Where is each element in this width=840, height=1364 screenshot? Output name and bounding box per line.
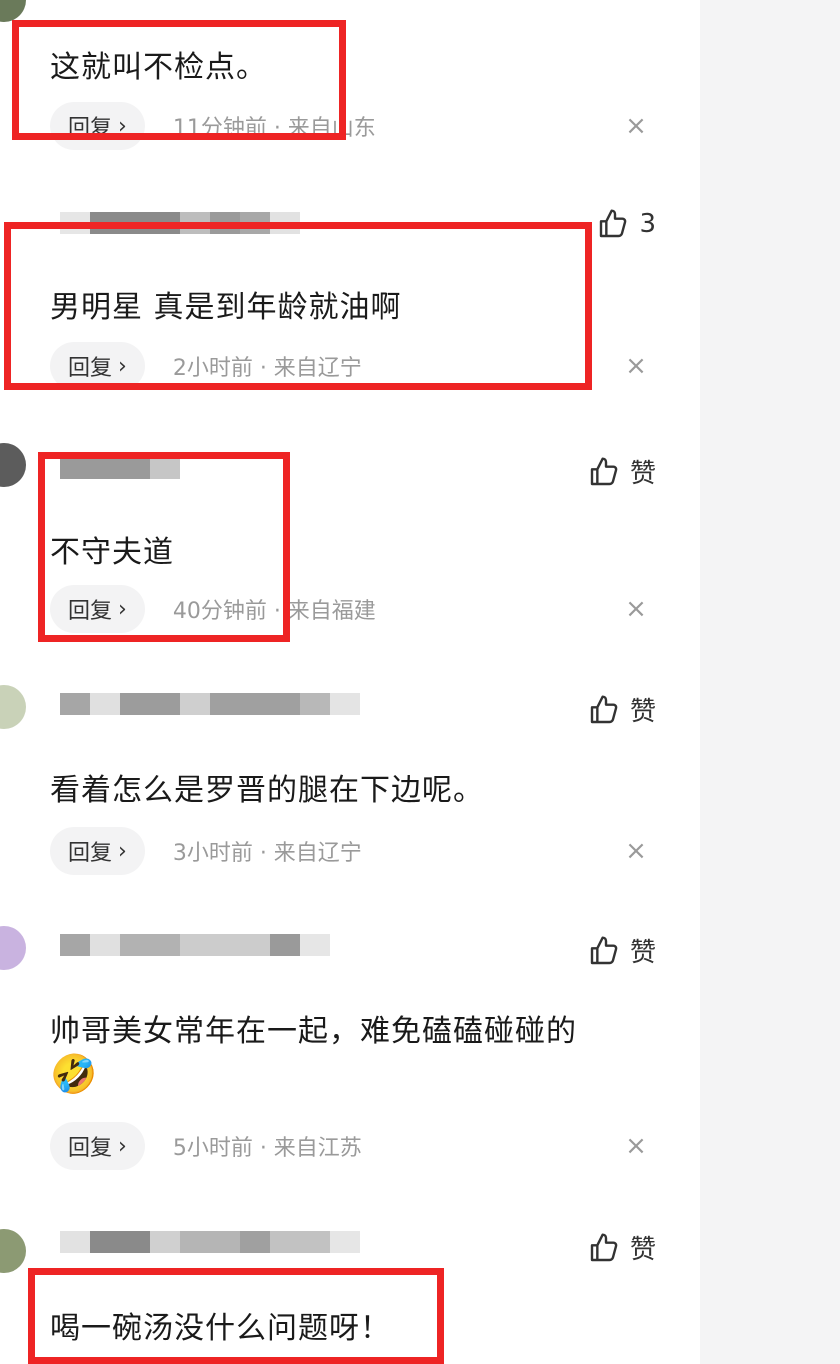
thumbs-up-icon xyxy=(590,456,618,485)
comment-time-location: 5小时前 · 来自江苏 xyxy=(172,1136,362,1161)
close-icon[interactable]: × xyxy=(622,1132,650,1160)
like-label: 赞 xyxy=(629,697,656,727)
thumbs-up-icon xyxy=(590,935,618,964)
close-icon[interactable]: × xyxy=(622,837,650,865)
laughing-crying-emoji: 🤣 xyxy=(50,1052,99,1096)
side-panel xyxy=(700,0,840,1364)
chevron-right-icon: › xyxy=(118,1133,127,1159)
like-count: 3 xyxy=(639,209,656,239)
highlight-box xyxy=(28,1268,444,1364)
comment-meta: 回复 › 5小时前 · 来自江苏 xyxy=(50,1120,362,1172)
avatar[interactable] xyxy=(0,443,26,487)
chevron-right-icon: › xyxy=(118,838,127,864)
close-icon[interactable]: × xyxy=(622,595,650,623)
thumbs-up-icon xyxy=(600,209,627,238)
reply-label: 回复 xyxy=(68,841,113,866)
like-button[interactable]: 赞 xyxy=(588,932,656,969)
like-button[interactable]: 3 xyxy=(597,208,656,240)
avatar[interactable] xyxy=(0,685,26,729)
highlight-box xyxy=(12,20,346,140)
comment-text: 帅哥美女常年在一起，难免磕磕碰碰的 xyxy=(50,1014,577,1049)
highlight-box xyxy=(4,222,592,390)
reply-button[interactable]: 回复 › xyxy=(50,1122,145,1170)
avatar[interactable] xyxy=(0,0,26,22)
comment-text: 看着怎么是罗晋的腿在下边呢。 xyxy=(50,773,484,808)
close-icon[interactable]: × xyxy=(622,112,650,140)
like-button[interactable]: 赞 xyxy=(588,691,656,728)
close-icon[interactable]: × xyxy=(622,352,650,380)
highlight-box xyxy=(38,452,290,642)
like-button[interactable]: 赞 xyxy=(588,1229,656,1266)
like-label: 赞 xyxy=(629,938,656,968)
avatar[interactable] xyxy=(0,926,26,970)
username-blurred xyxy=(60,693,360,715)
comment-meta: 回复 › 3小时前 · 来自辽宁 xyxy=(50,825,362,877)
username-blurred xyxy=(60,934,330,956)
thumbs-up-icon xyxy=(590,1232,618,1261)
reply-label: 回复 xyxy=(68,1136,113,1161)
like-label: 赞 xyxy=(629,459,656,489)
comment-time-location: 3小时前 · 来自辽宁 xyxy=(172,841,362,866)
like-button[interactable]: 赞 xyxy=(588,453,656,490)
like-label: 赞 xyxy=(629,1235,656,1265)
username-blurred xyxy=(60,1231,360,1253)
reply-button[interactable]: 回复 › xyxy=(50,827,145,875)
thumbs-up-icon xyxy=(590,694,618,723)
avatar[interactable] xyxy=(0,1229,26,1273)
